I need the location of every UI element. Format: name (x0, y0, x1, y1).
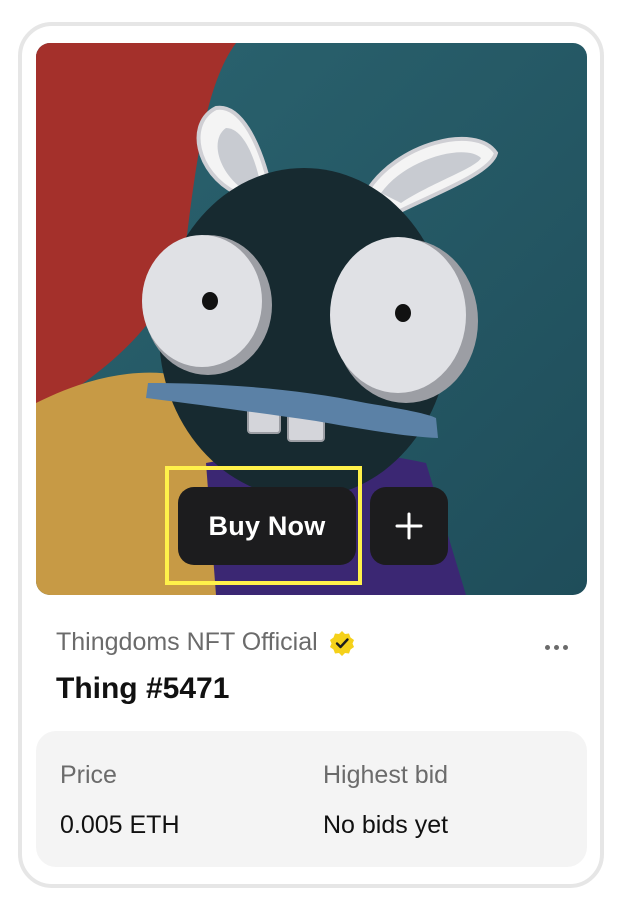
buy-now-button[interactable]: Buy Now (178, 487, 356, 565)
more-horizontal-icon (544, 644, 550, 650)
plus-icon (395, 512, 423, 540)
pricing-panel: Price 0.005 ETH Highest bid No bids yet (36, 731, 587, 867)
collection-row: Thingdoms NFT Official (56, 628, 356, 657)
more-options-button[interactable] (538, 632, 574, 662)
collection-name[interactable]: Thingdoms NFT Official (56, 628, 318, 657)
verified-badge-icon (328, 629, 356, 657)
highest-bid-value: No bids yet (323, 811, 449, 839)
add-to-cart-button[interactable] (370, 487, 448, 565)
price-value: 0.005 ETH (60, 811, 180, 839)
highest-bid-label: Highest bid (323, 761, 449, 789)
item-name[interactable]: Thing #5471 (56, 672, 229, 706)
nft-card[interactable]: Buy Now Thingdoms NFT Official Thing #54… (18, 22, 604, 888)
price-label: Price (60, 761, 117, 789)
